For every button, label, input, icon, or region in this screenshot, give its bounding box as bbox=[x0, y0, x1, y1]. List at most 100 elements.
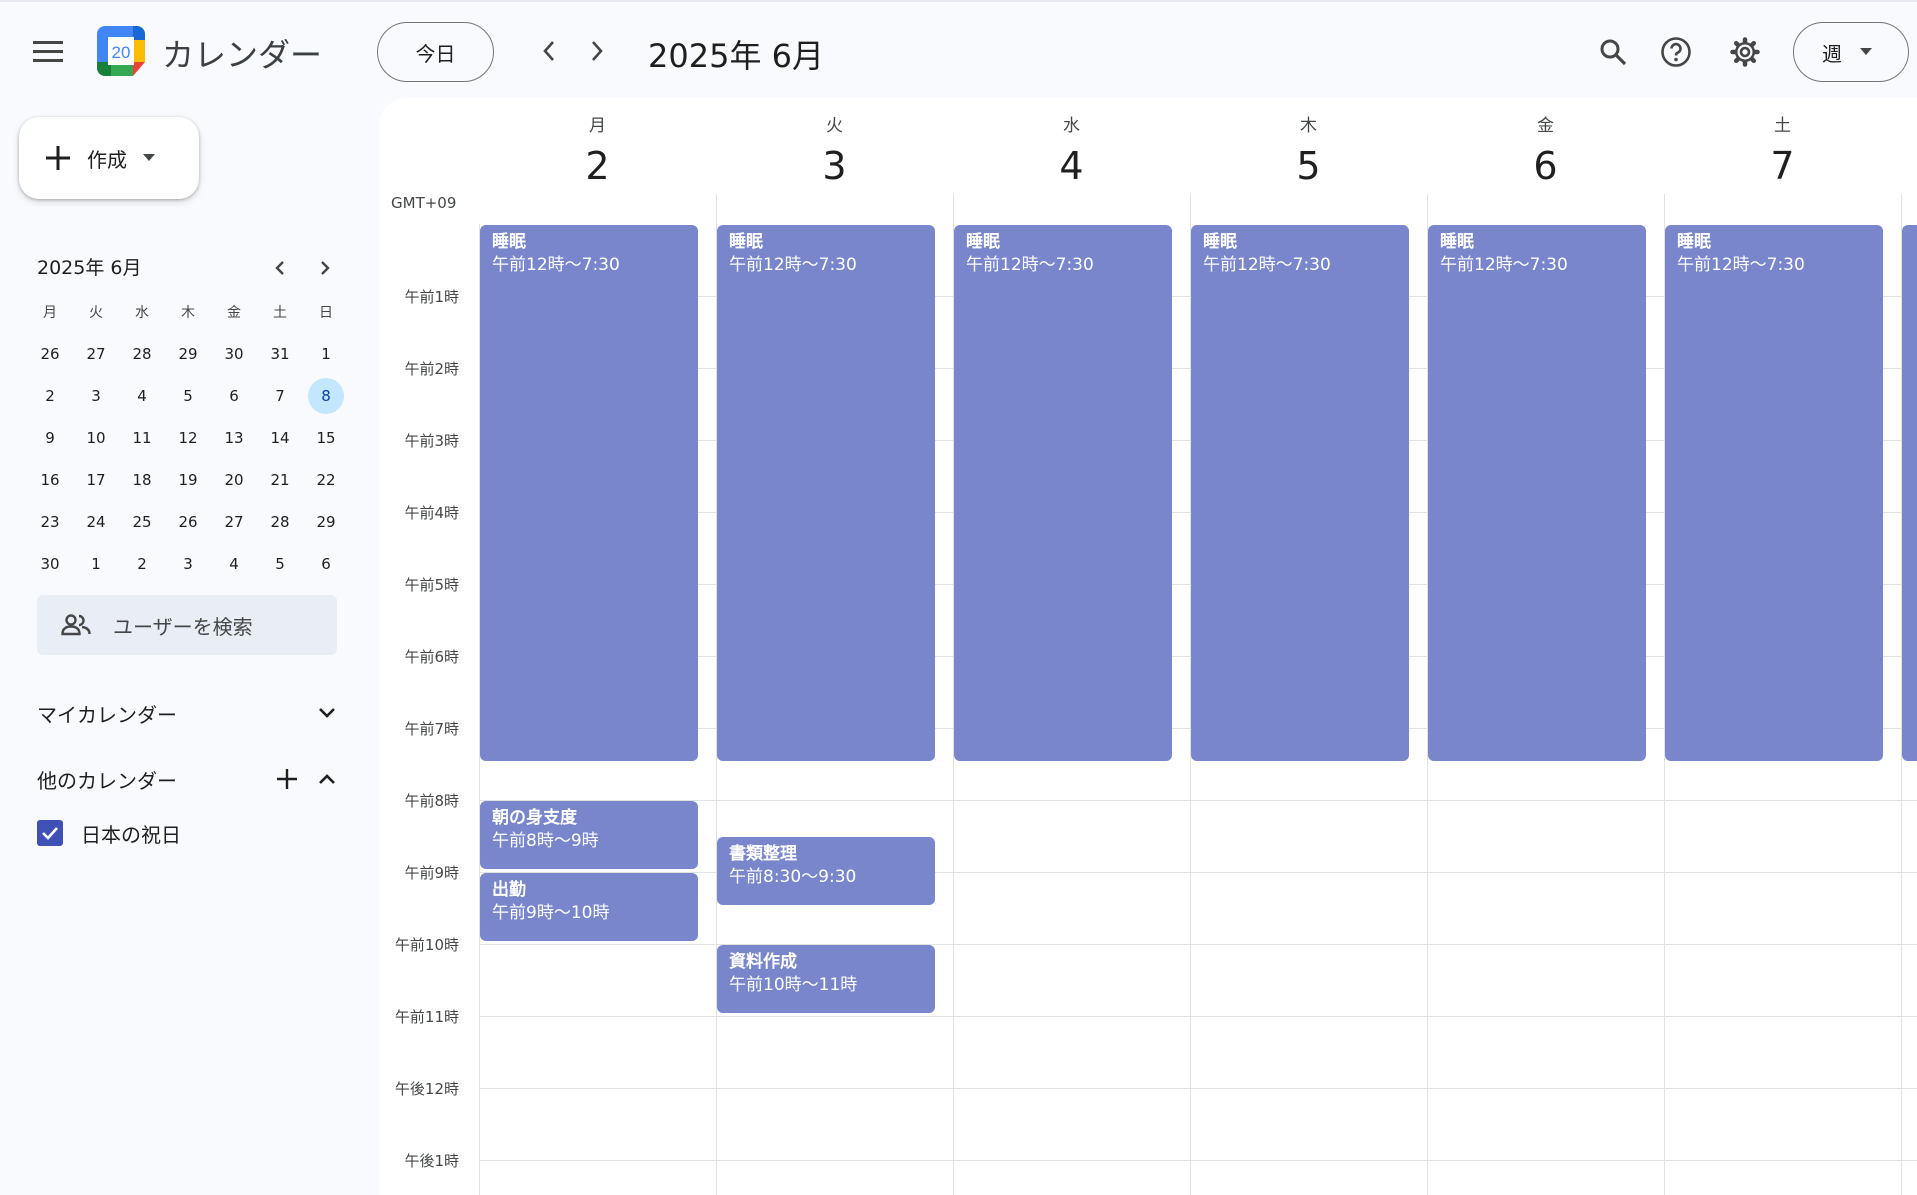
mini-calendar-day[interactable]: 6 bbox=[211, 375, 257, 417]
calendar-event[interactable]: 睡眠 午前12時～7:30 bbox=[717, 225, 935, 761]
calendar-event[interactable]: 睡眠 午前12時～7:30 bbox=[1428, 225, 1646, 761]
mini-calendar-day[interactable]: 27 bbox=[211, 501, 257, 543]
mini-calendar-day[interactable]: 24 bbox=[73, 501, 119, 543]
calendar-event[interactable]: 睡眠 午前12時～7:30 bbox=[480, 225, 698, 761]
mini-calendar-day-number: 15 bbox=[316, 429, 336, 447]
mini-calendar-weekday: 金 bbox=[227, 305, 241, 321]
create-button[interactable]: 作成 bbox=[19, 117, 199, 199]
mini-calendar-day[interactable]: 19 bbox=[165, 459, 211, 501]
event-title: 資料作成 bbox=[729, 952, 797, 972]
mini-calendar-day[interactable]: 13 bbox=[211, 417, 257, 459]
mini-calendar-day-selected[interactable]: 8 bbox=[303, 375, 349, 417]
mini-calendar-day[interactable]: 31 bbox=[257, 333, 303, 375]
day-header[interactable]: 木5 bbox=[1190, 112, 1427, 188]
mini-calendar-day[interactable]: 7 bbox=[257, 375, 303, 417]
mini-calendar-day[interactable]: 3 bbox=[165, 543, 211, 585]
mini-calendar-day[interactable]: 2 bbox=[119, 543, 165, 585]
calendar-item-japan-holidays[interactable]: 日本の祝日 bbox=[37, 815, 181, 851]
day-number: 6 bbox=[1533, 144, 1558, 188]
mini-calendar-day-number: 2 bbox=[137, 555, 147, 573]
hour-label: 午前3時 bbox=[404, 432, 459, 450]
calendar-event[interactable]: 睡眠 午前12時～7:30 bbox=[1665, 225, 1883, 761]
mini-calendar-day[interactable]: 21 bbox=[257, 459, 303, 501]
calendar-logo[interactable]: 20 bbox=[97, 26, 145, 76]
mini-calendar-day[interactable]: 5 bbox=[257, 543, 303, 585]
mini-calendar-day[interactable]: 15 bbox=[303, 417, 349, 459]
mini-calendar-day[interactable]: 4 bbox=[211, 543, 257, 585]
settings-button[interactable] bbox=[1719, 26, 1771, 78]
mini-calendar-day[interactable]: 14 bbox=[257, 417, 303, 459]
mini-calendar-day[interactable]: 25 bbox=[119, 501, 165, 543]
main-menu-button[interactable] bbox=[22, 26, 74, 78]
event-title: 睡眠 bbox=[492, 232, 526, 252]
mini-calendar-day-number: 1 bbox=[321, 345, 331, 363]
mini-calendar-day[interactable]: 26 bbox=[165, 501, 211, 543]
day-header[interactable]: 火3 bbox=[716, 112, 953, 188]
other-calendars-toggle[interactable] bbox=[307, 759, 347, 799]
mini-calendar-day[interactable]: 28 bbox=[257, 501, 303, 543]
mini-calendar-prev-button[interactable] bbox=[262, 250, 298, 286]
mini-calendar-day[interactable]: 9 bbox=[27, 417, 73, 459]
mini-calendar-day[interactable]: 12 bbox=[165, 417, 211, 459]
mini-calendar-day[interactable]: 4 bbox=[119, 375, 165, 417]
view-selector-button[interactable]: 週 bbox=[1793, 22, 1909, 82]
event-time: 午前12時～7:30 bbox=[966, 255, 1094, 275]
people-search-field[interactable]: ユーザーを検索 bbox=[37, 595, 337, 655]
day-header[interactable]: 月2 bbox=[479, 112, 716, 188]
day-number: 2 bbox=[585, 144, 610, 188]
calendar-event[interactable]: 睡眠 午前12時～7:30 bbox=[954, 225, 1172, 761]
calendar-event[interactable]: 出勤 午前9時～10時 bbox=[480, 873, 698, 941]
today-button[interactable]: 今日 bbox=[377, 22, 494, 82]
mini-calendar-day[interactable]: 27 bbox=[73, 333, 119, 375]
mini-calendar-day[interactable]: 20 bbox=[211, 459, 257, 501]
mini-calendar-day-number: 5 bbox=[183, 387, 193, 405]
mini-calendar-day[interactable]: 29 bbox=[303, 501, 349, 543]
my-calendars-section[interactable]: マイカレンダー bbox=[37, 689, 347, 737]
day-header[interactable]: 土7 bbox=[1664, 112, 1901, 188]
calendar-checkbox[interactable] bbox=[37, 820, 63, 846]
chevron-left-icon bbox=[543, 41, 554, 61]
add-other-calendar-button[interactable] bbox=[267, 759, 307, 799]
day-header[interactable]: 金6 bbox=[1427, 112, 1664, 188]
event-time: 午前10時～11時 bbox=[729, 975, 858, 995]
event-title: 朝の身支度 bbox=[492, 808, 577, 828]
calendar-event[interactable]: 資料作成午前10時～11時 bbox=[717, 945, 935, 1013]
mini-calendar-next-button[interactable] bbox=[307, 250, 343, 286]
mini-calendar-day[interactable]: 30 bbox=[211, 333, 257, 375]
day-header[interactable]: 水4 bbox=[953, 112, 1190, 188]
chevron-right-icon bbox=[321, 261, 330, 275]
mini-calendar-day-number: 5 bbox=[275, 555, 285, 573]
mini-calendar-day[interactable]: 5 bbox=[165, 375, 211, 417]
calendar-event[interactable] bbox=[1902, 225, 1917, 761]
calendar-event[interactable]: 書類整理 午前8:30～9:30 bbox=[717, 837, 935, 905]
hour-label: 午前11時 bbox=[394, 1008, 459, 1026]
mini-calendar-day[interactable]: 18 bbox=[119, 459, 165, 501]
event-title: 睡眠 bbox=[1677, 232, 1711, 252]
mini-calendar-day[interactable]: 3 bbox=[73, 375, 119, 417]
calendar-event[interactable]: 睡眠 午前12時～7:30 bbox=[1191, 225, 1409, 761]
mini-calendar-day[interactable]: 1 bbox=[73, 543, 119, 585]
mini-calendar-day[interactable]: 28 bbox=[119, 333, 165, 375]
my-calendars-toggle[interactable] bbox=[307, 693, 347, 733]
mini-calendar-day-number: 29 bbox=[316, 513, 336, 531]
mini-calendar-weekday: 木 bbox=[181, 305, 195, 321]
calendar-event[interactable]: 朝の身支度 午前8時～9時 bbox=[480, 801, 698, 869]
mini-calendar-day[interactable]: 6 bbox=[303, 543, 349, 585]
mini-calendar-day[interactable]: 26 bbox=[27, 333, 73, 375]
mini-calendar-day-number: 27 bbox=[86, 345, 106, 363]
next-week-button[interactable] bbox=[572, 26, 622, 76]
mini-calendar-day[interactable]: 23 bbox=[27, 501, 73, 543]
mini-calendar-day[interactable]: 30 bbox=[27, 543, 73, 585]
mini-calendar-weekday: 水 bbox=[135, 305, 149, 321]
mini-calendar-day[interactable]: 17 bbox=[73, 459, 119, 501]
mini-calendar-day[interactable]: 1 bbox=[303, 333, 349, 375]
mini-calendar-day[interactable]: 2 bbox=[27, 375, 73, 417]
mini-calendar-day[interactable]: 29 bbox=[165, 333, 211, 375]
mini-calendar-day[interactable]: 22 bbox=[303, 459, 349, 501]
mini-calendar-day[interactable]: 10 bbox=[73, 417, 119, 459]
previous-week-button[interactable] bbox=[524, 26, 574, 76]
help-button[interactable] bbox=[1650, 26, 1702, 78]
mini-calendar-day[interactable]: 11 bbox=[119, 417, 165, 459]
search-button[interactable] bbox=[1587, 26, 1639, 78]
mini-calendar-day[interactable]: 16 bbox=[27, 459, 73, 501]
